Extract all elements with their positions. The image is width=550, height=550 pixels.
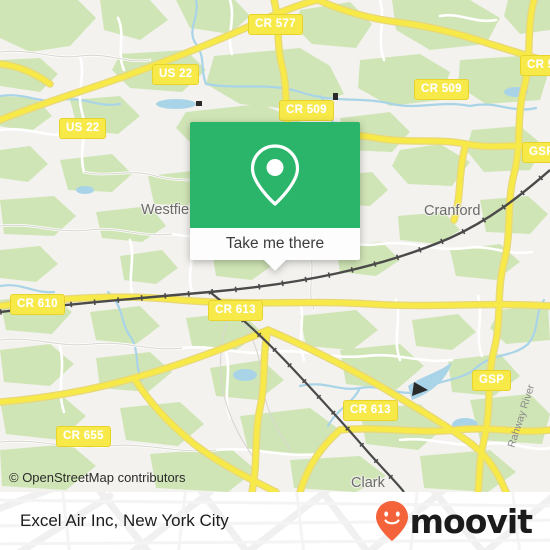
road-shield-gsp-upper[interactable]: GSP xyxy=(522,142,550,163)
popup-tail-arrow xyxy=(264,260,286,271)
moovit-pin-smiley-icon xyxy=(375,501,408,541)
popup-pin-area xyxy=(190,122,360,228)
road-shield-gsp-lower[interactable]: GSP xyxy=(472,370,512,391)
location-pin-icon xyxy=(250,144,300,206)
moovit-wordmark: moovit xyxy=(409,501,533,541)
road-shield-cr-577[interactable]: CR 577 xyxy=(248,14,303,35)
map-canvas[interactable]: Westfield Cranford Clark Rahway River CR… xyxy=(0,0,550,492)
road-shield-cr-509-right[interactable]: CR 509 xyxy=(414,79,469,100)
road-shield-cr-509-center[interactable]: CR 509 xyxy=(279,100,334,121)
map-screen: Westfield Cranford Clark Rahway River CR… xyxy=(0,0,550,550)
take-me-there-label: Take me there xyxy=(225,235,325,252)
road-shield-cr-5-edge[interactable]: CR 5 xyxy=(520,55,550,76)
moovit-brand[interactable]: moovit xyxy=(375,500,533,542)
road-shield-cr-655[interactable]: CR 655 xyxy=(56,426,111,447)
place-label-cranford: Cranford xyxy=(424,203,481,219)
location-popup-card[interactable]: Take me there xyxy=(190,122,360,271)
place-label-clark: Clark xyxy=(351,475,385,491)
road-shield-cr-610[interactable]: CR 610 xyxy=(10,294,65,315)
page-title: Excel Air Inc, New York City xyxy=(20,511,229,530)
road-shield-us-22-upper[interactable]: US 22 xyxy=(152,64,200,85)
osm-attribution[interactable]: © OpenStreetMap contributors xyxy=(9,470,186,485)
footer-bar: Excel Air Inc, New York City moovit xyxy=(0,492,550,550)
road-shield-us-22-lower[interactable]: US 22 xyxy=(59,118,107,139)
popup-action-area[interactable]: Take me there xyxy=(190,228,360,271)
road-shield-cr-613-upper[interactable]: CR 613 xyxy=(208,300,263,321)
road-shield-cr-613-lower[interactable]: CR 613 xyxy=(343,400,398,421)
